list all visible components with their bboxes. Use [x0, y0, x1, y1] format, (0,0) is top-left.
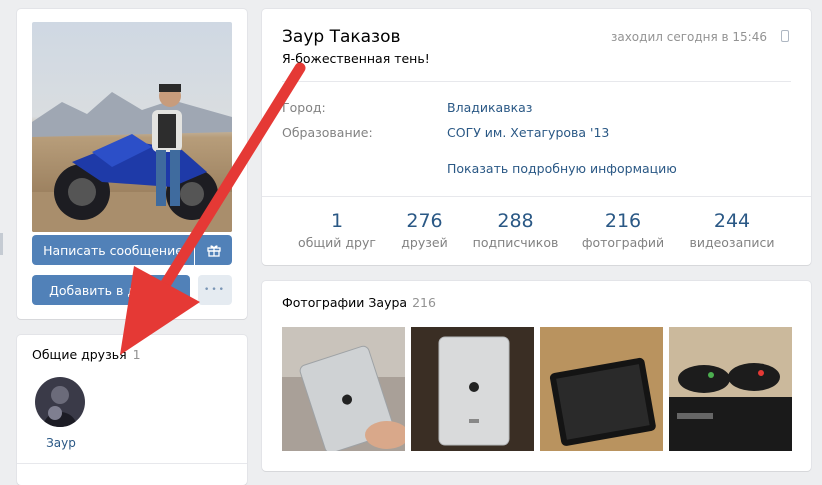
page-edge-marker: [0, 233, 3, 255]
divider: [282, 81, 791, 82]
counter-number: 288: [497, 210, 534, 232]
education-value[interactable]: СОГУ им. Хетагурова '13: [447, 125, 609, 140]
profile-status: Я-божественная тень!: [282, 51, 430, 66]
education-label: Образование:: [282, 125, 373, 140]
counter-number: 1: [330, 210, 344, 232]
counter-label: фотографий: [581, 235, 665, 250]
send-gift-button[interactable]: [195, 235, 232, 265]
show-full-info-link[interactable]: Показать подробную информацию: [447, 161, 677, 176]
counter-label: друзей: [401, 235, 448, 250]
counter-videos[interactable]: 244 видеозаписи: [682, 209, 782, 250]
photos-title: Фотографии Заура: [282, 295, 408, 310]
city-value[interactable]: Владикавказ: [447, 100, 532, 115]
photo-thumbnail[interactable]: [411, 327, 534, 451]
counter-label: подписчиков: [472, 235, 559, 250]
photo-thumbnail[interactable]: [669, 327, 792, 451]
mutual-friends-title: Общие друзья: [32, 347, 127, 362]
phone-icon: [781, 30, 789, 42]
profile-info-card: Заур Таказов заходил сегодня в 15:46 Я-б…: [262, 9, 811, 265]
counter-followers[interactable]: 288 подписчиков: [468, 209, 563, 250]
mutual-friends-card: Общие друзья 1 Заур: [17, 335, 247, 485]
counter-label: общий друг: [298, 235, 376, 250]
counter-number: 244: [713, 210, 751, 232]
divider: [262, 196, 811, 197]
counter-label: видеозаписи: [689, 235, 775, 250]
photo-thumbnail[interactable]: [282, 327, 405, 451]
friend-name[interactable]: Заур: [32, 436, 90, 450]
counter-photos[interactable]: 216 фотографий: [577, 209, 669, 250]
photo-thumbnail[interactable]: [540, 327, 663, 451]
gift-icon: [206, 245, 221, 257]
profile-avatar-card: Написать сообщение Добавить в друзья •••: [17, 9, 247, 319]
mutual-friends-count: 1: [132, 347, 141, 362]
friend-avatar[interactable]: [35, 377, 85, 427]
profile-name: Заур Таказов: [282, 27, 401, 47]
send-message-button[interactable]: Написать сообщение: [32, 235, 194, 265]
photos-card: Фотографии Заура 216: [262, 281, 811, 471]
counter-friends[interactable]: 276 друзей: [387, 209, 462, 250]
city-label: Город:: [282, 100, 326, 115]
counter-mutual-friends[interactable]: 1 общий друг: [292, 209, 382, 250]
photos-header[interactable]: Фотографии Заура 216: [282, 295, 436, 310]
profile-avatar-photo[interactable]: [32, 22, 232, 232]
divider: [17, 463, 247, 464]
more-actions-button[interactable]: •••: [198, 275, 232, 305]
mutual-friends-header[interactable]: Общие друзья 1: [32, 347, 141, 362]
more-icon: •••: [204, 285, 226, 295]
photos-count: 216: [412, 295, 436, 310]
counter-number: 276: [406, 210, 443, 232]
add-friend-button[interactable]: Добавить в друзья: [32, 275, 190, 305]
counter-number: 216: [604, 210, 642, 232]
last-seen-status: заходил сегодня в 15:46: [610, 30, 767, 44]
